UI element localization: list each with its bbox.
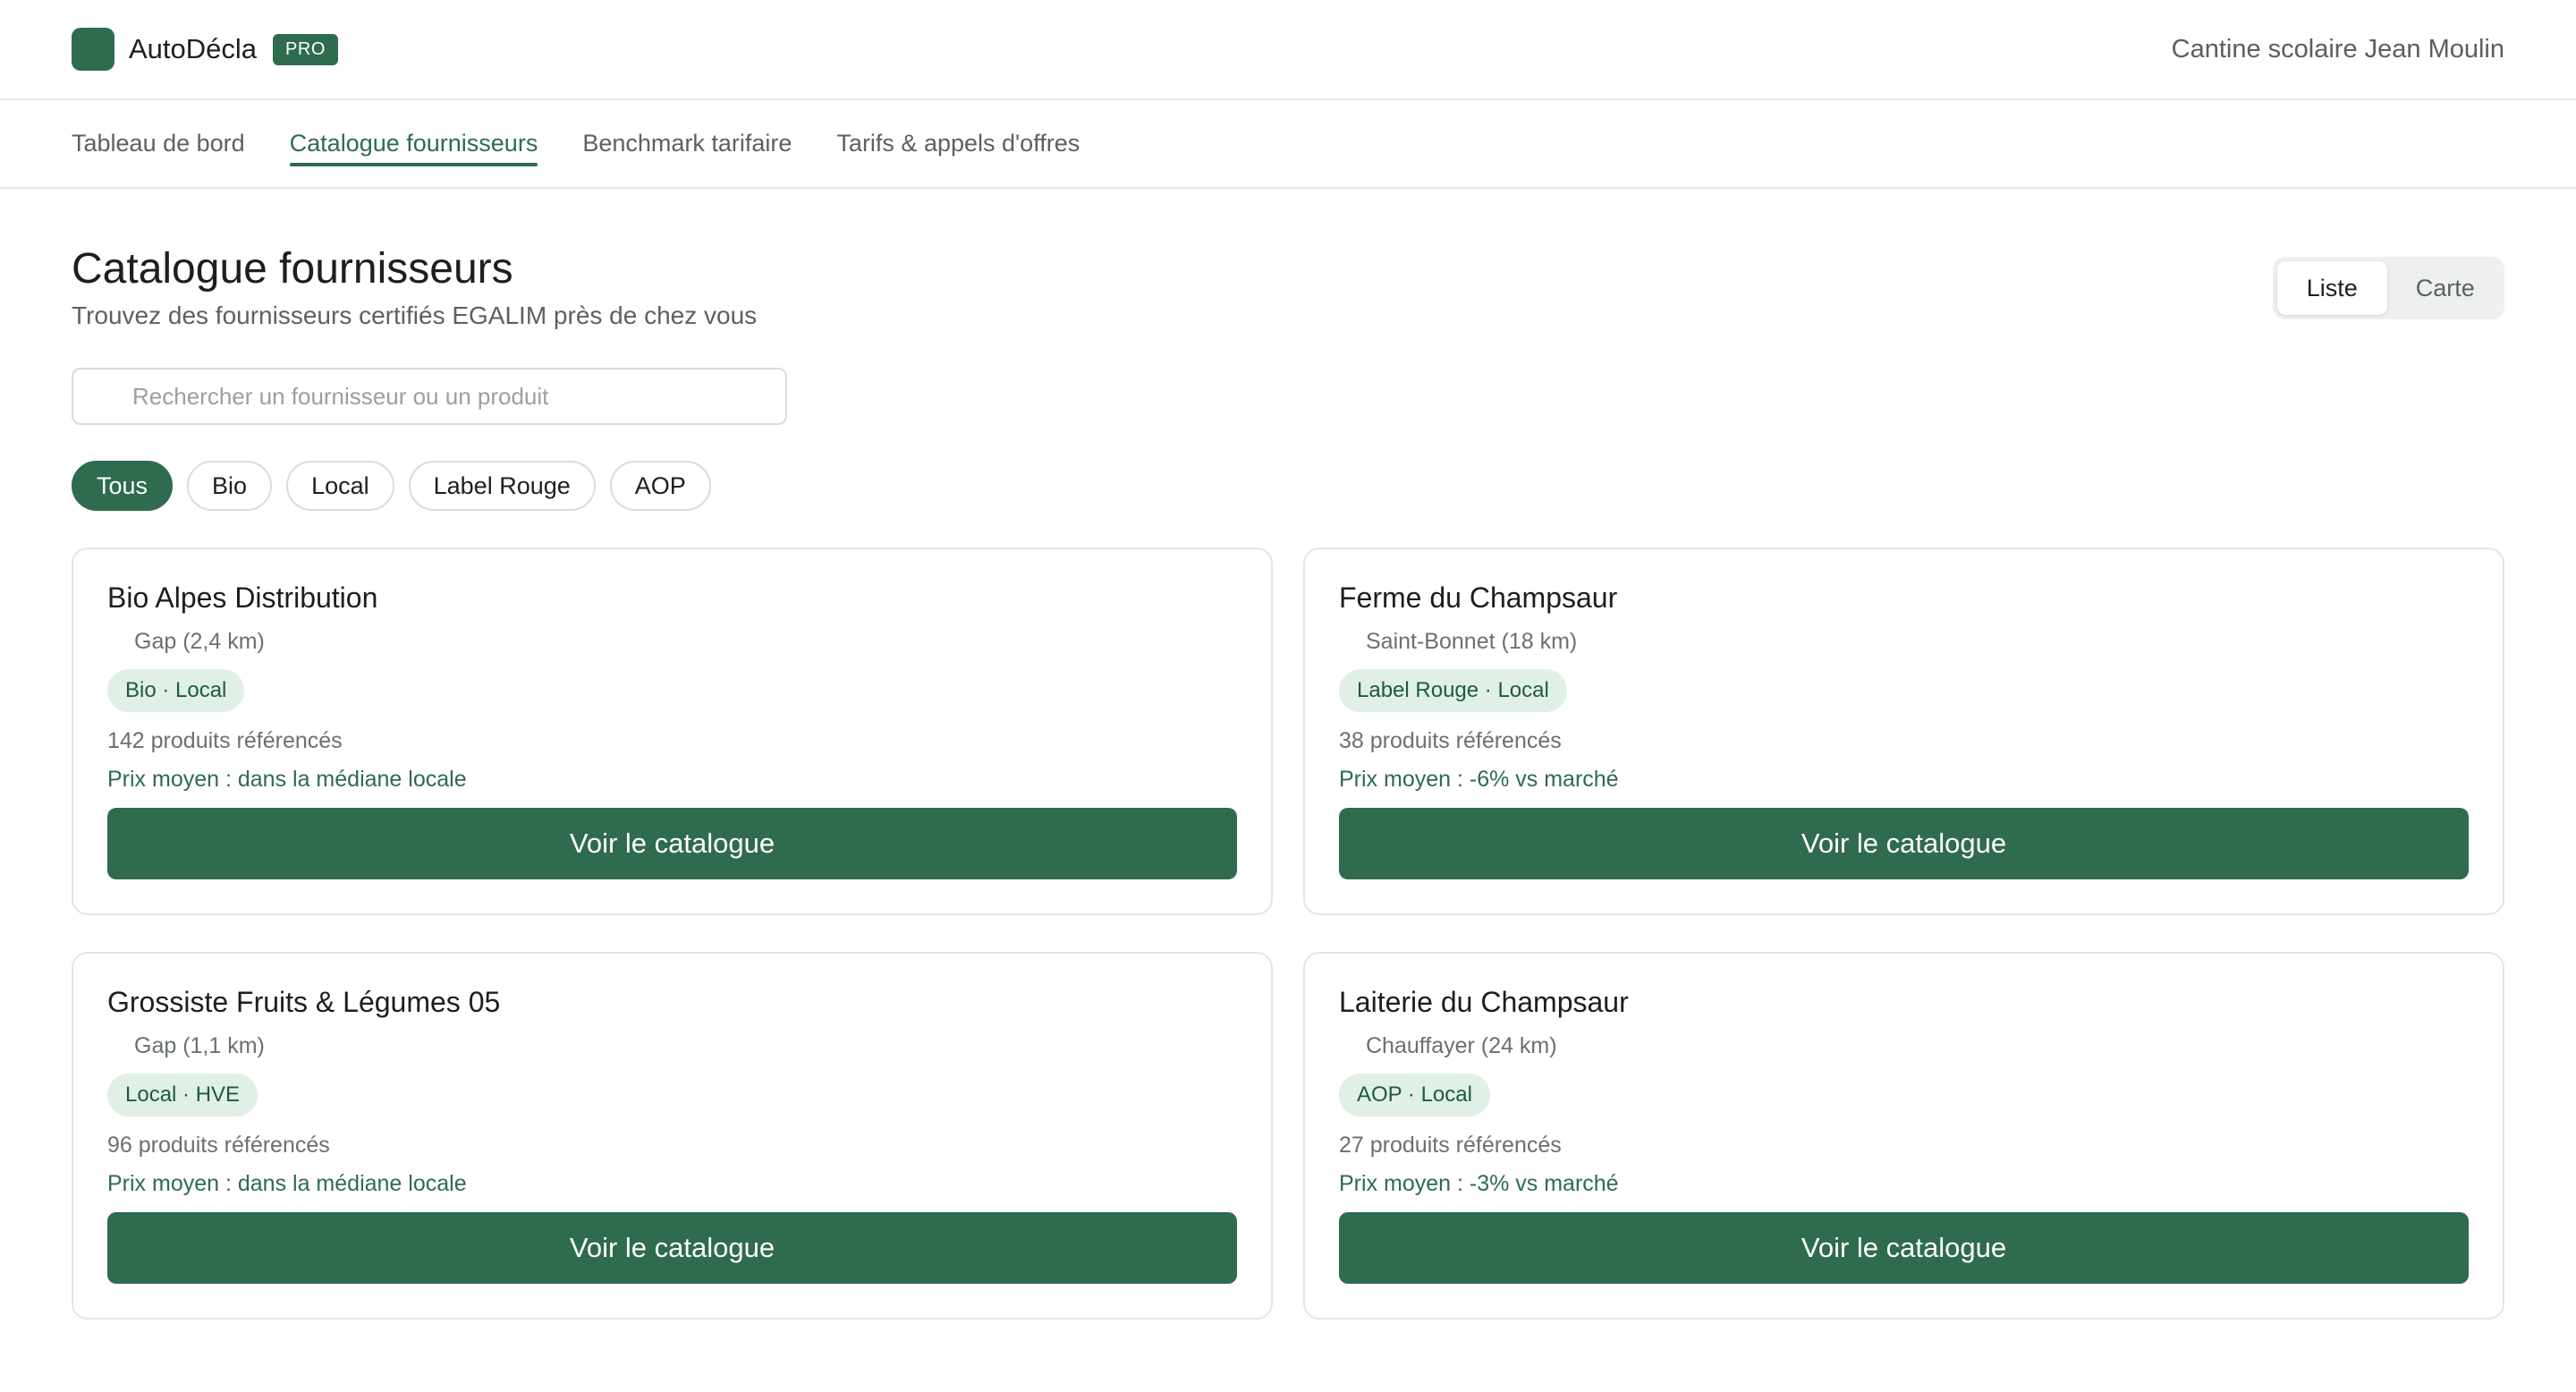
view-list-button[interactable]: Liste <box>2277 261 2387 315</box>
view-catalog-button[interactable]: Voir le catalogue <box>1339 1212 2469 1284</box>
supplier-price-info: Prix moyen : dans la médiane locale <box>107 767 467 792</box>
supplier-name: Grossiste Fruits & Légumes 05 <box>107 986 501 1018</box>
search-input[interactable] <box>132 382 758 411</box>
filter-chips: Tous Bio Local Label Rouge AOP <box>72 461 711 511</box>
map-pin-icon <box>1339 631 1359 654</box>
supplier-location: Chauffayer (24 km) <box>1339 1033 2469 1059</box>
view-map-button[interactable]: Carte <box>2391 261 2501 315</box>
filter-bio[interactable]: Bio <box>187 461 273 511</box>
supplier-price-info: Prix moyen : dans la médiane locale <box>107 1171 467 1196</box>
map-pin-icon <box>107 631 127 654</box>
tab-price-benchmark[interactable]: Benchmark tarifaire <box>582 99 792 188</box>
brand[interactable]: AutoDécla PRO <box>72 28 338 71</box>
supplier-product-count: 142 produits référencés <box>107 728 343 753</box>
supplier-card: Grossiste Fruits & Légumes 05 Gap (1,1 k… <box>72 952 1273 1320</box>
filter-all[interactable]: Tous <box>72 461 174 511</box>
supplier-card: Bio Alpes Distribution Gap (2,4 km) Bio … <box>72 547 1273 915</box>
app-logo <box>72 28 114 71</box>
supplier-name: Ferme du Champsaur <box>1339 581 1618 614</box>
search-box[interactable] <box>72 368 787 425</box>
supplier-product-count: 27 produits référencés <box>1339 1133 1562 1158</box>
view-catalog-button[interactable]: Voir le catalogue <box>107 808 1237 879</box>
supplier-card: Ferme du Champsaur Saint-Bonnet (18 km) … <box>1303 547 2504 915</box>
page-subtitle: Trouvez des fournisseurs certifiés EGALI… <box>72 301 758 329</box>
tab-tenders[interactable]: Tarifs & appels d'offres <box>836 99 1080 188</box>
app-header: AutoDécla PRO Cantine scolaire Jean Moul… <box>0 0 2576 100</box>
pro-badge: PRO <box>273 33 338 65</box>
view-toggle: Liste Carte <box>2273 257 2504 319</box>
supplier-location-text: Chauffayer (24 km) <box>1366 1033 1557 1058</box>
search-icon <box>91 385 114 408</box>
map-pin-icon <box>1339 1035 1359 1058</box>
page-title: Catalogue fournisseurs <box>72 245 513 293</box>
supplier-tags: Bio · Local <box>107 669 245 712</box>
supplier-product-count: 38 produits référencés <box>1339 728 1562 753</box>
view-catalog-button[interactable]: Voir le catalogue <box>1339 808 2469 879</box>
filter-label-rouge[interactable]: Label Rouge <box>408 461 596 511</box>
supplier-location-text: Saint-Bonnet (18 km) <box>1366 629 1578 654</box>
filter-aop[interactable]: AOP <box>609 461 711 511</box>
supplier-tags: AOP · Local <box>1339 1074 1490 1116</box>
supplier-location: Saint-Bonnet (18 km) <box>1339 629 2469 655</box>
supplier-tags: Local · HVE <box>107 1074 258 1116</box>
supplier-card: Laiterie du Champsaur Chauffayer (24 km)… <box>1303 952 2504 1320</box>
supplier-price-info: Prix moyen : -3% vs marché <box>1339 1171 1619 1196</box>
supplier-name: Bio Alpes Distribution <box>107 581 378 614</box>
tab-supplier-catalog[interactable]: Catalogue fournisseurs <box>289 99 538 188</box>
supplier-tags: Label Rouge · Local <box>1339 669 1567 712</box>
tab-dashboard[interactable]: Tableau de bord <box>72 99 245 188</box>
map-pin-icon <box>107 1035 127 1058</box>
supplier-product-count: 96 produits référencés <box>107 1133 330 1158</box>
supplier-grid: Bio Alpes Distribution Gap (2,4 km) Bio … <box>72 547 2504 1320</box>
supplier-location-text: Gap (2,4 km) <box>134 629 265 654</box>
supplier-location: Gap (2,4 km) <box>107 629 1237 655</box>
supplier-name: Laiterie du Champsaur <box>1339 986 1629 1018</box>
main-nav: Tableau de bord Catalogue fournisseurs B… <box>0 100 2576 189</box>
supplier-location-text: Gap (1,1 km) <box>134 1033 265 1058</box>
supplier-price-info: Prix moyen : -6% vs marché <box>1339 767 1619 792</box>
filter-local[interactable]: Local <box>286 461 394 511</box>
view-catalog-button[interactable]: Voir le catalogue <box>107 1212 1237 1284</box>
supplier-location: Gap (1,1 km) <box>107 1033 1237 1059</box>
organization-name[interactable]: Cantine scolaire Jean Moulin <box>2172 35 2504 64</box>
app-name: AutoDécla <box>129 33 258 64</box>
